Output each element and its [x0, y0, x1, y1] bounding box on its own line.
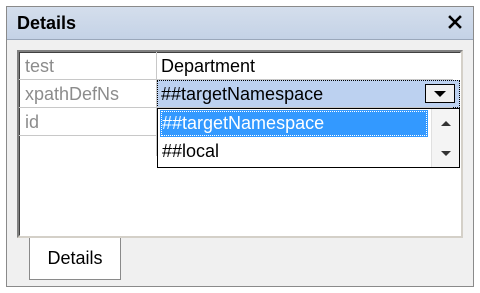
tab-strip: Details — [17, 238, 463, 282]
scroll-up-icon — [440, 120, 451, 126]
close-icon — [448, 15, 462, 29]
xpathdefns-combobox[interactable]: ##targetNamespace — [157, 80, 460, 108]
property-row-test[interactable]: test Department — [19, 52, 457, 80]
combobox-value: ##targetNamespace — [161, 84, 324, 104]
chevron-down-icon — [434, 90, 446, 97]
combobox-dropdown-button[interactable] — [425, 84, 455, 103]
dropdown-option[interactable]: ##local — [160, 138, 428, 165]
close-button[interactable] — [443, 10, 467, 34]
window-title: Details — [17, 13, 77, 33]
dropdown-scrollbar[interactable] — [431, 109, 459, 167]
property-key: test — [25, 56, 55, 76]
scroll-down-icon — [440, 150, 451, 156]
title-bar: Details — [7, 7, 473, 40]
property-key: xpathDefNs — [25, 84, 120, 104]
scroll-down-button[interactable] — [432, 143, 459, 163]
property-key: id — [25, 112, 40, 132]
details-window: Details test Department xpathDefNs ##tar… — [6, 6, 474, 287]
properties-panel: test Department xpathDefNs ##targetNames… — [17, 50, 463, 238]
property-value[interactable]: Department — [161, 52, 255, 80]
namespace-dropdown-list[interactable]: ##targetNamespace ##local — [157, 108, 460, 168]
tab-details[interactable]: Details — [29, 238, 121, 280]
dropdown-option[interactable]: ##targetNamespace — [160, 110, 428, 137]
scroll-up-button[interactable] — [432, 113, 459, 133]
